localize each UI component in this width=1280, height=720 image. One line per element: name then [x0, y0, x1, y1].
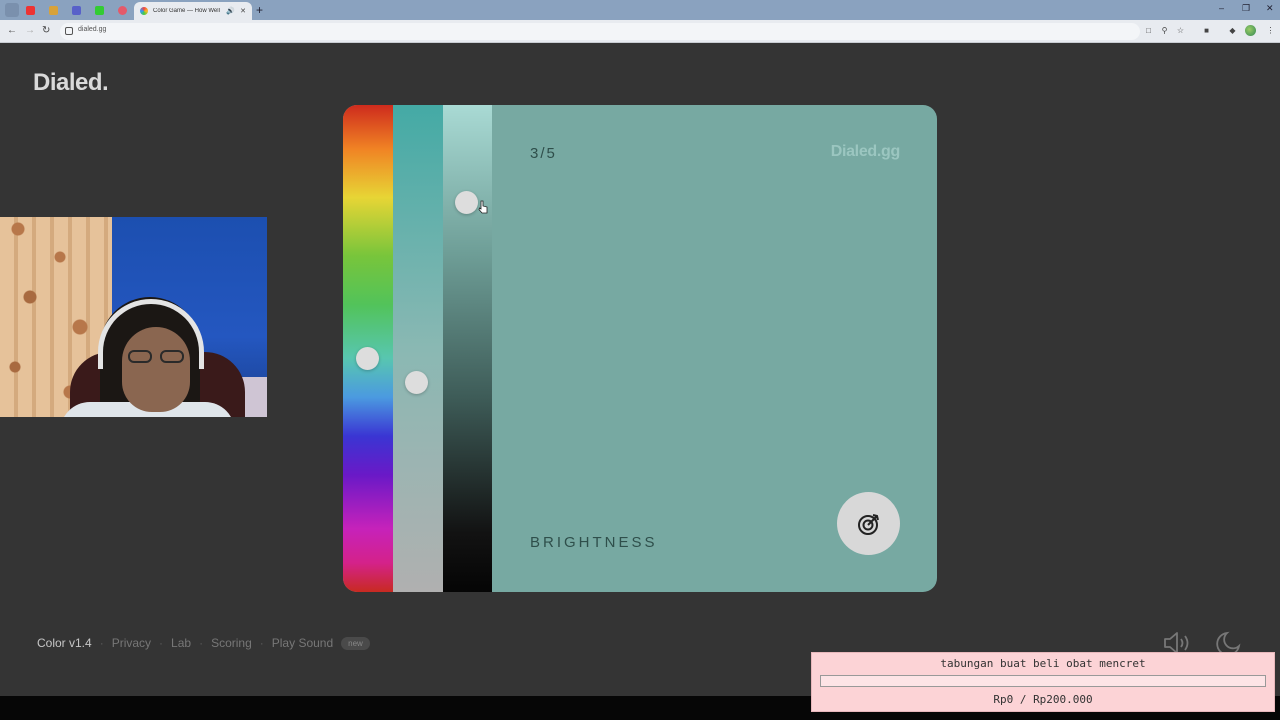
browser-toolbar: ← → ↻ dialed.gg □ ⚲ ☆ ■ ◆ ⋮ [0, 20, 1280, 43]
donation-goal-title: tabungan buat beli obat mencret [940, 657, 1146, 670]
saturation-slider-track[interactable] [393, 105, 443, 592]
privacy-link[interactable]: Privacy [112, 636, 151, 650]
tab-pinned-2[interactable] [45, 2, 61, 18]
reload-icon[interactable]: ↻ [42, 25, 50, 37]
saturation-slider-handle[interactable] [405, 371, 428, 395]
glasses [128, 350, 186, 364]
version-label: Color v1.4 [37, 636, 92, 650]
game-card: 3/5 Dialed.gg BRIGHTNESS [343, 105, 937, 592]
tab-pinned-4[interactable] [91, 2, 107, 18]
cast-icon[interactable]: □ [1144, 26, 1153, 35]
lab-link[interactable]: Lab [171, 636, 191, 650]
back-icon[interactable]: ← [7, 25, 17, 37]
hand-cursor-icon [478, 200, 488, 214]
tab-search-button[interactable] [5, 3, 19, 17]
scoring-link[interactable]: Scoring [211, 636, 252, 650]
site-logo[interactable]: Dialed. [33, 69, 109, 97]
close-tab-icon[interactable]: ✕ [240, 7, 246, 15]
forward-icon[interactable]: → [25, 25, 35, 37]
profile-avatar[interactable] [1245, 25, 1256, 36]
round-counter: 3/5 [530, 145, 557, 162]
close-window-icon[interactable]: ✕ [1266, 3, 1274, 14]
speaker-icon[interactable]: 🔊 [226, 7, 235, 15]
tab-pinned-3[interactable] [68, 2, 84, 18]
submit-guess-button[interactable] [837, 492, 900, 555]
donation-goal-widget: tabungan buat beli obat mencret Rp0 / Rp… [811, 652, 1275, 712]
target-arrow-icon [857, 513, 879, 535]
donation-amount: Rp0 / Rp200.000 [993, 693, 1093, 706]
browser-tab-bar: Color Game — How Well Do You See Color? … [0, 0, 1280, 20]
hue-slider-handle[interactable] [356, 346, 379, 370]
webcam-overlay [0, 217, 267, 417]
extensions-icon[interactable]: ■ [1202, 26, 1211, 35]
tab-pinned-5[interactable] [114, 2, 130, 18]
footer-separator: · [99, 636, 104, 650]
new-tab-button[interactable]: + [256, 2, 263, 18]
url-text: dialed.gg [78, 26, 107, 33]
slider-mode-label: BRIGHTNESS [530, 534, 658, 551]
tab-title: Color Game — How Well Do You See Color? [153, 8, 221, 14]
extension-icon[interactable]: ◆ [1228, 26, 1237, 35]
zoom-icon[interactable]: ⚲ [1160, 26, 1169, 35]
footer-separator: · [259, 636, 264, 650]
tab-active[interactable]: Color Game — How Well Do You See Color? … [134, 2, 252, 20]
minimize-icon[interactable]: – [1219, 3, 1224, 13]
dialed-favicon-icon [140, 7, 148, 15]
brightness-slider-handle[interactable] [455, 190, 478, 214]
donation-progress-bar [820, 675, 1266, 687]
footer-separator: · [199, 636, 204, 650]
page-footer: Color v1.4 · Privacy · Lab · Scoring · P… [37, 636, 370, 650]
play-sound-link[interactable]: Play Sound [272, 636, 333, 650]
more-menu-icon[interactable]: ⋮ [1266, 26, 1275, 35]
bookmark-star-icon[interactable]: ☆ [1176, 26, 1185, 35]
restore-icon[interactable]: ❐ [1242, 3, 1250, 14]
address-bar[interactable]: dialed.gg [60, 23, 1140, 40]
new-badge: new [341, 636, 370, 650]
site-info-icon[interactable] [65, 27, 73, 35]
brightness-slider-track[interactable] [443, 105, 492, 592]
brand-watermark: Dialed.gg [830, 143, 901, 160]
footer-separator: · [159, 636, 164, 650]
tab-youtube[interactable] [22, 2, 38, 18]
